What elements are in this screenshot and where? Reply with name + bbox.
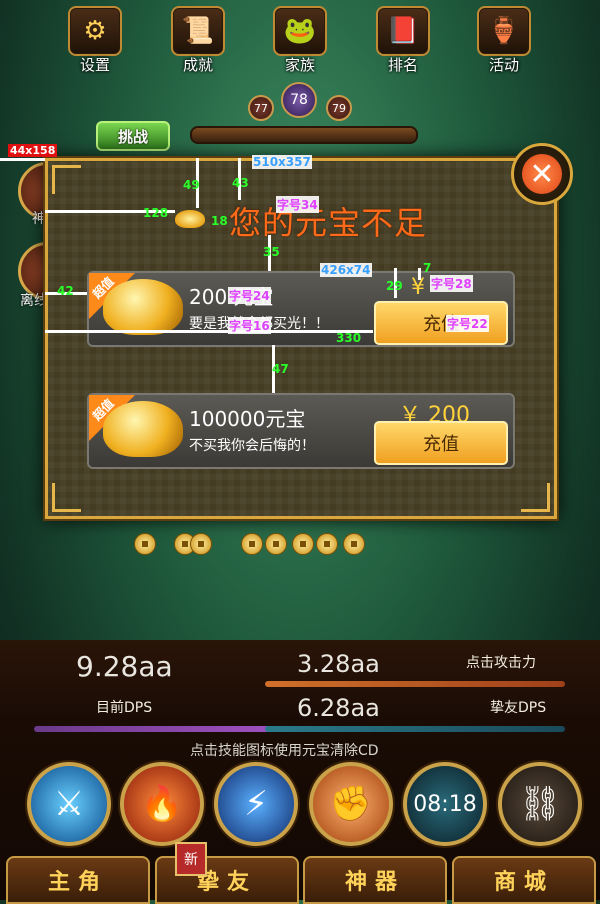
annotation-number: 7 [423,261,432,275]
offer-row: 超值 100000元宝 不买我你会后悔的！ ￥ 200 充值 [87,393,515,469]
friend-dps-value: 6.28aa [297,694,380,722]
blade-skill-icon: ⚔ [53,784,85,824]
annotation-line [418,268,421,280]
side-label-god: 神 [32,211,46,227]
level-prev-badge: 77 [248,95,274,121]
annotation-size: 510x357 [252,155,312,169]
coin-icon [265,533,287,555]
scroll-icon: 📜 [171,6,225,56]
chain-skill-button[interactable]: ⛓ [498,762,582,846]
tab-hero[interactable]: 主角 [6,856,150,904]
coin-icon [241,533,263,555]
click-attack-bar [265,681,565,687]
coin-icon [343,533,365,555]
family-button[interactable]: 🐸 家族 [272,6,328,74]
challenge-button[interactable]: 挑战 [96,121,170,151]
frame-corner [52,483,81,512]
fist-skill-button[interactable]: ✊ [309,762,393,846]
ingot-icon [175,210,205,228]
annotation-font-size: 字号28 [430,275,473,292]
annotation-font-size: 字号22 [446,315,489,332]
level-next-badge: 79 [326,95,352,121]
fist-skill-icon: ✊ [329,784,373,824]
skills-hint: 点击技能图标使用元宝清除CD [190,743,379,759]
offer-amount: 100000元宝 [189,407,306,431]
close-icon: ✕ [522,154,562,194]
annotation-number: 29 [386,279,403,293]
annotation-font-size: 字号34 [276,196,319,213]
warrior-skill-button[interactable]: ⚡ [214,762,298,846]
frame-corner [52,165,81,194]
treasure-icon: 🏺 [477,6,531,56]
gold-ingot-icon [103,279,183,335]
annotation-number: 42 [57,284,74,298]
close-button[interactable]: ✕ [511,143,573,205]
annotation-line [0,158,45,161]
family-label: 家族 [284,56,315,74]
coin-icon [190,533,212,555]
coin-icon [292,533,314,555]
tab-artifacts[interactable]: 神器 [303,856,447,904]
annotation-font-size: 字号16 [228,317,271,334]
gear-icon: ⚙ [68,6,122,56]
side-label-offline: 离线 [20,293,48,309]
dialog-title: 您的元宝不足 [229,204,428,242]
book-icon: 📕 [376,6,430,56]
annotation-line [45,330,373,333]
events-label: 活动 [488,56,519,74]
annotation-number: 128 [143,206,169,220]
gold-ingot-icon [103,401,183,457]
current-dps-label: 目前DPS [96,700,153,716]
events-button[interactable]: 🏺 活动 [476,6,532,74]
achievements-label: 成就 [182,56,213,74]
coin-icon [316,533,338,555]
annotation-number: 18 [211,214,228,228]
frame-corner [521,483,550,512]
current-dps-value: 9.28aa [76,650,173,683]
friend-dps-bar [265,726,565,732]
frog-icon: 🐸 [273,6,327,56]
annotation-font-size: 字号24 [228,287,271,304]
boss-hp-bar [190,126,418,144]
ranking-label: 排名 [387,56,418,74]
annotation-size: 426x74 [320,263,372,277]
offer-description: 不买我你会后悔的！ [189,438,315,454]
blade-skill-button[interactable]: ⚔ [27,762,111,846]
click-attack-label: 点击攻击力 [466,655,536,671]
annotation-number: 49 [183,178,200,192]
warrior-skill-icon: ⚡ [244,784,268,824]
hero-skill-icon: 🔥 [140,784,184,824]
friend-dps-label: 挚友DPS [490,700,547,716]
click-attack-value: 3.28aa [297,650,380,678]
annotation-number: 330 [336,331,362,345]
level-current-badge: 78 [281,82,317,118]
recharge-button[interactable]: 充值 [374,421,508,465]
skill-cooldown-timer: 08:18 [413,791,477,817]
current-dps-bar [34,726,274,732]
tab-shop[interactable]: 商城 [452,856,596,904]
settings-button[interactable]: ⚙ 设置 [67,6,123,74]
coin-icon [134,533,156,555]
settings-label: 设置 [79,56,110,74]
hero-skill-button[interactable]: 🔥 [120,762,204,846]
new-badge: 新 [175,842,207,876]
annotation-number: 47 [272,362,289,376]
annotation-number: 35 [263,245,280,259]
annotation-size: 44x158 [8,144,58,157]
chain-skill-icon: ⛓ [518,784,562,824]
annotation-number: 43 [232,176,249,190]
timer-skill-button[interactable]: 08:18 [403,762,487,846]
ranking-button[interactable]: 📕 排名 [375,6,431,74]
achievements-button[interactable]: 📜 成就 [170,6,226,74]
